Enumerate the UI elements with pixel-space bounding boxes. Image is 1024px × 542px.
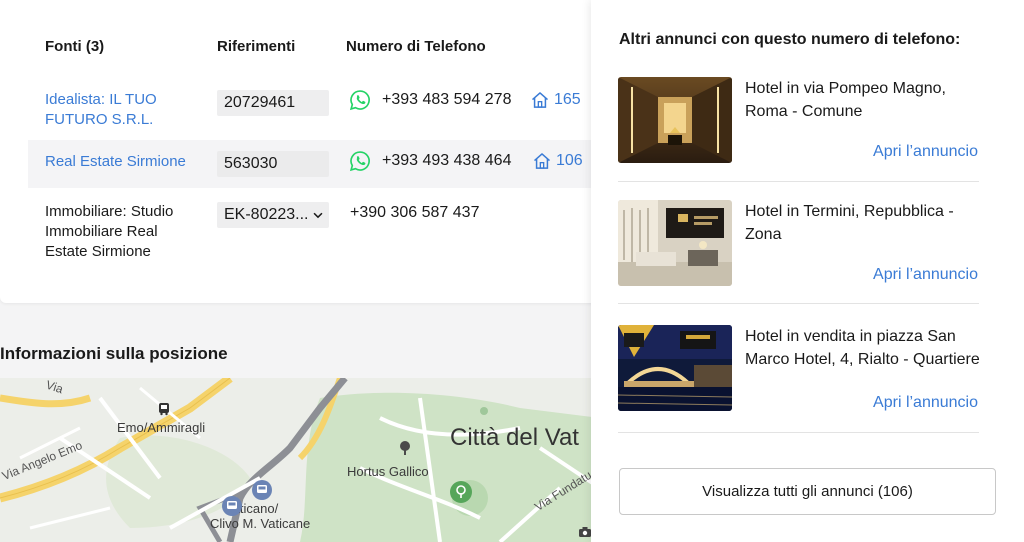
source-name: Immobiliare: Studio Immobiliare Real Est… [45, 203, 174, 260]
map-label-stop: Clivo M. Vaticane [210, 516, 311, 531]
sources-card: Fonti (3) Riferimenti Numero di Telefono… [0, 0, 600, 303]
phone-number: +390 306 587 437 [350, 204, 480, 221]
listing-thumbnail[interactable] [618, 325, 732, 411]
open-listing-link[interactable]: Apri l’annuncio [873, 266, 978, 284]
bus-stop-icon[interactable] [252, 480, 272, 500]
open-listing-link[interactable]: Apri l’annuncio [873, 394, 978, 412]
listing-thumbnail[interactable] [618, 200, 732, 286]
location-title: Informazioni sulla posizione [0, 344, 228, 363]
bus-stop-icon[interactable] [222, 496, 242, 516]
source-row: Immobiliare: Studio Immobiliare Real Est… [28, 194, 600, 274]
listing-title: Hotel in Termini, Repubblica - Zona [745, 203, 954, 243]
divider [618, 432, 979, 433]
listing-title: Hotel in vendita in piazza San Marco Hot… [745, 328, 980, 368]
phone-number: +393 483 594 278 [382, 91, 512, 108]
panel-title: Altri annunci con questo numero di telef… [619, 31, 961, 48]
source-row: Idealista: IL TUO FUTURO S.R.L. 20729461… [28, 81, 600, 139]
listing-title: Hotel in via Pompeo Magno, Roma - Comune [745, 80, 946, 120]
reference-value: 563030 [217, 151, 329, 177]
park-icon[interactable] [450, 481, 472, 503]
house-icon [534, 153, 550, 169]
open-listing-link[interactable]: Apri l’annuncio [873, 143, 978, 161]
map-label-stop: Emo/Ammiragli [117, 420, 206, 435]
reference-dropdown[interactable]: EK-80223... [217, 202, 329, 228]
reference-value: 20729461 [217, 90, 329, 116]
listings-count-link[interactable]: 165 [530, 90, 581, 110]
listing-thumbnail[interactable] [618, 77, 732, 163]
tree-icon [400, 441, 410, 455]
phone-number: +393 493 438 464 [382, 152, 512, 169]
listings-count: 165 [554, 91, 581, 108]
listing-item: Hotel in Termini, Repubblica - Zona Apri… [618, 200, 978, 292]
listing-item: Hotel in via Pompeo Magno, Roma - Comune… [618, 77, 978, 169]
source-link[interactable]: Idealista: IL TUO FUTURO S.R.L. [45, 90, 185, 130]
map-label-city: Città del Vat [450, 424, 579, 451]
listings-count: 106 [556, 152, 583, 169]
location-map[interactable]: Emo/Ammiragli Vaticano/ Clivo M. Vatican… [0, 378, 600, 542]
camera-icon[interactable] [578, 526, 592, 538]
divider [618, 181, 979, 182]
source-row: Real Estate Sirmione 563030 +393 493 438… [28, 140, 600, 188]
reference-value: EK-80223... [224, 206, 309, 223]
house-icon [532, 92, 548, 108]
view-all-listings-button[interactable]: Visualizza tutti gli annunci (106) [619, 468, 996, 515]
references-header: Riferimenti [217, 38, 296, 55]
source-link[interactable]: Real Estate Sirmione [45, 152, 245, 172]
whatsapp-icon[interactable] [349, 150, 371, 172]
sources-header: Fonti (3) [45, 38, 105, 55]
chevron-down-icon [313, 212, 323, 219]
whatsapp-icon[interactable] [349, 89, 371, 111]
phone-header: Numero di Telefono [346, 38, 486, 55]
poi-icon [480, 407, 488, 415]
listings-count-link[interactable]: 106 [532, 151, 583, 171]
other-listings-panel: Altri annunci con questo numero di telef… [591, 0, 1024, 542]
bus-stop-icon[interactable] [157, 402, 171, 416]
map-label-garden: Hortus Gallico [347, 464, 429, 479]
listing-item: Hotel in vendita in piazza San Marco Hot… [618, 325, 980, 425]
divider [618, 303, 979, 304]
